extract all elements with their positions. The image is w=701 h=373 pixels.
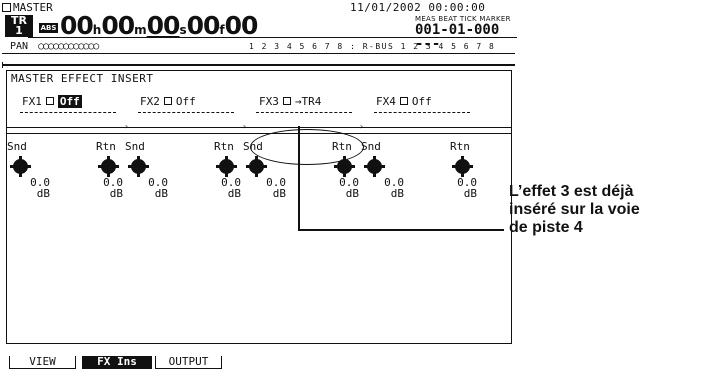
fx4-value[interactable]: Off [412, 95, 432, 108]
snd-knob-icon[interactable] [10, 156, 31, 177]
snd-label: Snd [7, 140, 27, 153]
bus-arrow-icon: › [124, 122, 129, 131]
pan-meter-icons: ○○○○○○○○○○○○ [38, 41, 99, 52]
snd-knob-icon[interactable] [128, 156, 149, 177]
fx4-underline [374, 112, 470, 113]
callout-line: inséré sur la voie [509, 201, 640, 218]
rtn-knob-icon[interactable] [334, 156, 355, 177]
rtn-level: 0.0 dB [83, 177, 123, 199]
rtn-level: 0.0 dB [201, 177, 241, 199]
snd-unit: dB [154, 187, 168, 200]
track-number: 1 [15, 24, 23, 37]
rtn-level: 0.0 dB [437, 177, 477, 199]
callout-line: de piste 4 [509, 219, 583, 236]
fx2-underline [138, 112, 234, 113]
divider [2, 53, 515, 54]
track-indicator[interactable]: TR 1 [5, 15, 33, 37]
fx4-selector[interactable]: FX4 Off [376, 96, 432, 108]
rtn-label: Rtn [214, 140, 234, 153]
rtn-unit: dB [345, 187, 359, 200]
tab-output[interactable]: OUTPUT [155, 356, 222, 369]
bus-line-upper [7, 127, 511, 128]
fx2-label: FX2 [140, 95, 160, 108]
rtn-label: Rtn [96, 140, 116, 153]
fx1-checkbox-icon[interactable] [45, 97, 54, 105]
divider [28, 37, 517, 38]
snd-knob-icon[interactable] [246, 156, 267, 177]
rtn-unit: dB [109, 187, 123, 200]
callout-annotation: L’effet 3 est déjà inséré sur la voie de… [509, 183, 701, 237]
rtn-knob-icon[interactable] [452, 156, 473, 177]
pan-label: PAN [10, 41, 29, 52]
fx1-underline [20, 112, 116, 113]
fx3-checkbox-icon[interactable] [282, 97, 291, 105]
rtn-label: Rtn [332, 140, 352, 153]
master-label: MASTER [13, 1, 53, 14]
fx1-label: FX1 [22, 95, 42, 108]
date-time: 11/01/2002 00:00:00 [350, 2, 485, 14]
pan-track-numbers: 1 2 3 4 5 6 7 8 : R-BUS 1 2 3 4 5 6 7 8 [249, 42, 496, 51]
rtn-unit: dB [463, 187, 477, 200]
date-value: 11/01/2002 [350, 1, 422, 14]
snd-label: Snd [361, 140, 381, 153]
fx3-label: FX3 [259, 95, 279, 108]
callout-leader-horizontal [298, 229, 504, 231]
snd-level: 0.0 dB [246, 177, 286, 199]
fx2-value[interactable]: Off [176, 95, 196, 108]
timecode-frames: 00 [186, 11, 221, 40]
snd-label: Snd [243, 140, 263, 153]
rtn-unit: dB [227, 187, 241, 200]
master-effect-insert-panel: MASTER EFFECT INSERT FX1 Off FX2 Off FX3 →T… [6, 70, 512, 344]
snd-level: 0.0 dB [10, 177, 50, 199]
rtn-label: Rtn [450, 140, 470, 153]
panel-title: MASTER EFFECT INSERT [11, 72, 154, 85]
fx3-value[interactable]: →TR4 [295, 95, 322, 108]
fx2-checkbox-icon[interactable] [163, 97, 172, 105]
callout-line: L’effet 3 est déjà [509, 183, 634, 200]
tab-fx-ins[interactable]: FX Ins [82, 356, 152, 369]
bus-arrow-icon: › [359, 122, 364, 131]
timecode-minutes: 00 [101, 11, 135, 40]
master-box-icon [2, 3, 11, 12]
snd-unit: dB [390, 187, 404, 200]
status-bar: MASTER 11/01/2002 00:00:00 TR 1 ABS 00h0… [2, 2, 517, 62]
bus-line-lower [7, 133, 511, 134]
snd-label: Snd [125, 140, 145, 153]
pan-row: PAN ○○○○○○○○○○○○ [10, 41, 99, 52]
fx4-checkbox-icon[interactable] [399, 97, 408, 105]
fx2-selector[interactable]: FX2 Off [140, 96, 196, 108]
snd-unit: dB [36, 187, 50, 200]
fx3-underline [256, 112, 352, 113]
divider [2, 64, 515, 66]
timecode-subframes: 00 [224, 11, 259, 40]
snd-unit: dB [272, 187, 286, 200]
fx4-label: FX4 [376, 95, 396, 108]
seconds-unit: s [179, 23, 187, 37]
rtn-knob-icon[interactable] [98, 156, 119, 177]
minutes-unit: m [134, 23, 147, 37]
fx1-selector[interactable]: FX1 Off [22, 95, 82, 108]
snd-level: 0.0 dB [364, 177, 404, 199]
time-value: 00:00:00 [428, 1, 486, 14]
master-indicator: MASTER [2, 2, 53, 14]
rtn-knob-icon[interactable] [216, 156, 237, 177]
fx3-selector[interactable]: FX3 →TR4 [259, 96, 321, 108]
rtn-level: 0.0 dB [319, 177, 359, 199]
timecode-seconds: 00 [146, 11, 181, 40]
abs-badge: ABS [39, 23, 58, 33]
tab-view[interactable]: VIEW [9, 356, 76, 369]
snd-level: 0.0 dB [128, 177, 168, 199]
position-marker [2, 62, 3, 68]
bus-arrow-icon: › [242, 122, 247, 131]
fx1-value[interactable]: Off [57, 95, 82, 108]
snd-knob-icon[interactable] [364, 156, 385, 177]
timecode-hours: 00 [60, 11, 94, 40]
callout-leader-vertical [298, 126, 300, 231]
